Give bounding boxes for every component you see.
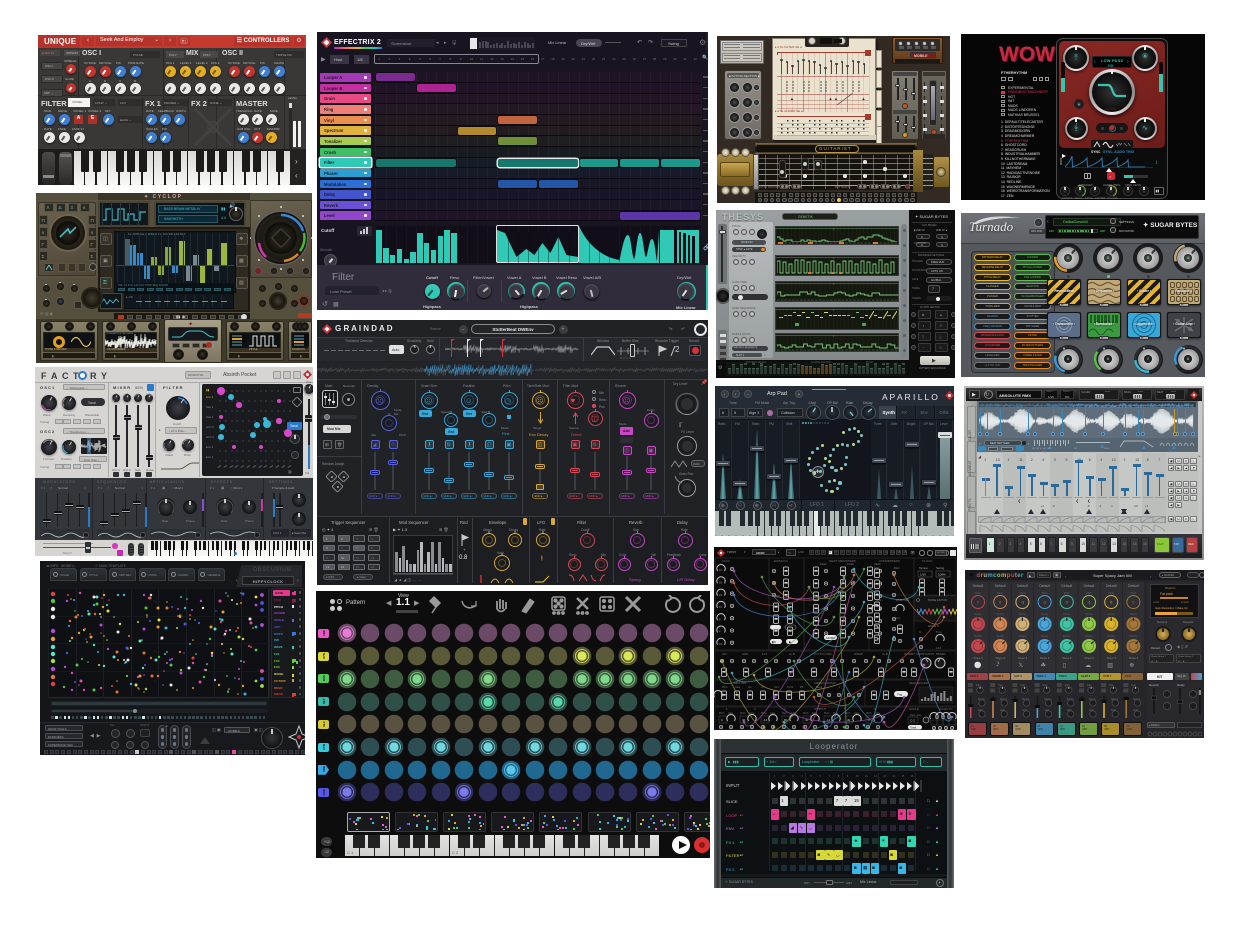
svg-text:Slope ▾: Slope ▾	[1018, 656, 1028, 660]
svg-text:1/16: 1/16	[936, 646, 942, 650]
svg-text:Tonal: Tonal	[910, 726, 917, 730]
svg-text:LFO: LFO	[876, 598, 881, 602]
svg-text:A+B: A+B	[789, 652, 795, 656]
svg-text:Pitch: Pitch	[1020, 591, 1026, 595]
svg-text:Clock: Clock	[874, 562, 881, 566]
svg-text:-12: -12	[763, 718, 768, 722]
svg-text:Pitch: Pitch	[722, 686, 728, 689]
svg-text:CLOCK: CLOCK	[922, 559, 932, 563]
svg-text:Trig: Trig	[897, 693, 902, 697]
svg-text:CC1: CC1	[774, 686, 779, 689]
svg-text:Clock: Clock	[847, 562, 854, 566]
svg-text:AND: AND	[742, 652, 749, 656]
svg-text:SCALE: SCALE	[909, 707, 919, 711]
svg-text:▾: ▾	[839, 686, 840, 689]
svg-text:1S: 1S	[719, 642, 722, 646]
svg-text:Swing: Swing	[936, 566, 945, 570]
svg-text:Slope ▾: Slope ▾	[996, 656, 1006, 660]
svg-text:Pitch: Pitch	[1042, 591, 1048, 595]
svg-text:Pitch: Pitch	[866, 712, 872, 715]
svg-text:Pitch: Pitch	[975, 591, 981, 595]
svg-text:1/16: 1/16	[920, 573, 926, 577]
svg-text:P.O P.O OSC: P.O P.O OSC	[814, 652, 833, 656]
svg-text:Modify: Modify	[1063, 634, 1071, 638]
svg-text:Slope ▾: Slope ▾	[1062, 656, 1072, 660]
svg-text:Pan: Pan	[1020, 683, 1025, 687]
svg-text:Clock: Clock	[820, 562, 827, 566]
svg-text:NODE EDITOR: NODE EDITOR	[928, 598, 947, 602]
svg-text:Default: Default	[973, 584, 984, 588]
svg-text:Default: Default	[1039, 584, 1050, 588]
svg-text:Gate: Gate	[735, 686, 741, 689]
svg-text:Pan: Pan	[1065, 683, 1070, 687]
svg-text:40: 40	[847, 718, 851, 722]
svg-text:100%: 100%	[938, 573, 946, 577]
svg-text:Decay: Decay	[974, 612, 982, 616]
svg-text:Tempo: Tempo	[919, 566, 928, 570]
svg-text:Amt: Amt	[896, 617, 901, 620]
svg-text:2S: 2S	[719, 593, 722, 597]
svg-text:Decay: Decay	[1063, 612, 1071, 616]
svg-text:Pitch: Pitch	[997, 591, 1003, 595]
svg-text:1/16: 1/16	[872, 617, 877, 620]
svg-text:Pitch: Pitch	[782, 712, 788, 715]
svg-text:Pan: Pan	[1087, 683, 1092, 687]
svg-text:Slope ▾: Slope ▾	[1040, 656, 1050, 660]
svg-text:Decay: Decay	[997, 612, 1005, 616]
svg-text:CC74: CC74	[787, 686, 794, 689]
svg-text:Modify: Modify	[974, 634, 982, 638]
svg-text:Decay: Decay	[1108, 612, 1116, 616]
svg-text:Default: Default	[1106, 584, 1117, 588]
svg-text:CC/AUTO: CC/AUTO	[939, 707, 953, 711]
svg-text:OUTPUT: OUTPUT	[814, 707, 827, 711]
svg-text:Pan: Pan	[1043, 683, 1048, 687]
svg-text:Decay: Decay	[1019, 612, 1027, 616]
svg-text:A+B: A+B	[882, 652, 888, 656]
svg-text:Pan: Pan	[1131, 683, 1136, 687]
svg-text:DAC: DAC	[894, 566, 900, 570]
svg-text:Default: Default	[1128, 584, 1139, 588]
svg-text:Decay: Decay	[1085, 612, 1093, 616]
svg-text:Slope ▾: Slope ▾	[1107, 656, 1117, 660]
svg-text:VLFO: VLFO	[722, 559, 731, 563]
svg-text:Pan: Pan	[976, 683, 981, 687]
svg-text:Vel: Vel	[748, 686, 752, 689]
svg-text:Modify: Modify	[1130, 634, 1138, 638]
svg-text:Decay: Decay	[1130, 612, 1138, 616]
svg-text:Pitch: Pitch	[719, 712, 725, 715]
svg-text:Modify: Modify	[1019, 634, 1027, 638]
svg-text:Modify: Modify	[996, 634, 1004, 638]
svg-text:Modify: Modify	[1085, 634, 1093, 638]
svg-text:Pitch: Pitch	[824, 712, 830, 715]
svg-text:MIXER: MIXER	[936, 652, 946, 656]
svg-text:Slope ▾: Slope ▾	[1084, 656, 1094, 660]
svg-text:Pitch: Pitch	[803, 712, 809, 715]
svg-text:Modify: Modify	[1107, 634, 1115, 638]
svg-text:Pitch: Pitch	[1108, 591, 1114, 595]
svg-text:Slope ▾: Slope ▾	[1129, 656, 1139, 660]
svg-text:Modify: Modify	[1041, 634, 1049, 638]
svg-text:Pan: Pan	[998, 683, 1003, 687]
svg-text:EG/MLFO: EG/MLFO	[774, 559, 788, 563]
svg-text:Default: Default	[1017, 584, 1028, 588]
svg-text:SEQUENCER: SEQUENCER	[909, 681, 929, 685]
svg-text:Pitch: Pitch	[1086, 591, 1092, 595]
svg-text:Default: Default	[995, 584, 1006, 588]
svg-text:Pitch: Pitch	[1064, 591, 1070, 595]
svg-text:Time: Time	[936, 630, 942, 634]
svg-text:WRAP: WRAP	[854, 652, 863, 656]
svg-text:2S: 2S	[719, 581, 722, 585]
svg-text:CONVERTERS: CONVERTERS	[879, 559, 900, 563]
svg-text:Pitch: Pitch	[1131, 591, 1137, 595]
svg-text:C-2: C-2	[910, 719, 915, 723]
svg-text:Pitch: Pitch	[740, 712, 746, 715]
svg-text:PB: PB	[800, 686, 804, 689]
svg-text:Root Auto: Root Auto	[910, 714, 922, 717]
svg-text:Default: Default	[1061, 584, 1072, 588]
svg-text:Decay: Decay	[1041, 612, 1049, 616]
svg-text:FLT: FLT	[762, 652, 767, 656]
svg-text:Default: Default	[1084, 584, 1095, 588]
svg-text:Pan: Pan	[1109, 683, 1114, 687]
svg-text:Slope ▾: Slope ▾	[973, 656, 983, 660]
